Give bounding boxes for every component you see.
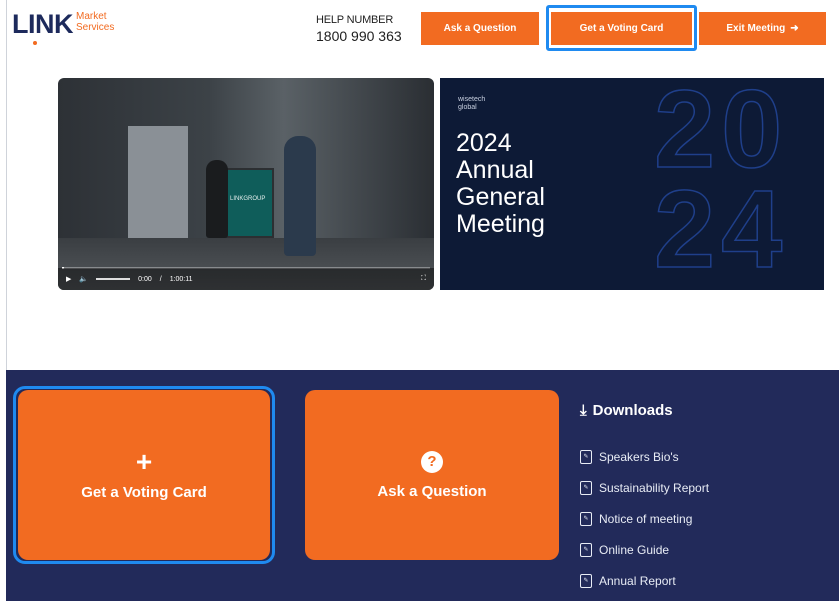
header-ask-question-button[interactable]: Ask a Question	[421, 12, 539, 45]
pdf-icon: ✎	[580, 542, 592, 557]
pdf-icon: ✎	[580, 511, 592, 526]
download-link-notice-of-meeting[interactable]: ✎ Notice of meeting	[580, 503, 709, 534]
banner-brand-line1: wisetech	[458, 96, 486, 103]
link-logo[interactable]: LINK Market Services	[12, 9, 114, 45]
banner-title-line2: Annual	[456, 156, 534, 184]
download-link-sustainability-report[interactable]: ✎ Sustainability Report	[580, 472, 709, 503]
highlight-box-tile	[13, 386, 275, 564]
downloads-title: Downloads	[592, 402, 673, 419]
download-label: Notice of meeting	[599, 511, 693, 526]
banner-title: 2024 Annual General Meeting	[456, 130, 545, 238]
help-number: 1800 990 363	[316, 28, 402, 44]
logo-subtitle-line1: Market	[76, 11, 107, 22]
ask-question-tile-label: Ask a Question	[377, 482, 487, 500]
download-label: Annual Report	[599, 573, 676, 588]
header-ask-question-label: Ask a Question	[443, 23, 517, 34]
video-time-current: 0:00	[138, 275, 152, 283]
video-time-total: 1:00:11	[169, 275, 193, 283]
video-person-right	[284, 136, 316, 256]
banner-title-year: 2024	[456, 129, 512, 157]
video-screen-text: LINKGROUP	[230, 196, 266, 202]
logo-subtitle: Market Services	[76, 11, 114, 33]
pdf-icon: ✎	[580, 449, 592, 464]
volume-icon[interactable]: 🔈	[79, 275, 88, 283]
logo-dot-icon	[33, 41, 37, 45]
downloads-section: ⤓ Downloads ✎ Speakers Bio's ✎ Sustainab…	[580, 402, 709, 596]
download-label: Online Guide	[599, 542, 670, 557]
agm-banner: 20 24 wisetech global 2024 Annual Genera…	[440, 78, 824, 290]
video-player[interactable]: LINKGROUP ▶ 🔈 0:00 / 1:00:11 ⛶	[58, 78, 434, 290]
downloads-heading: ⤓ Downloads	[580, 402, 709, 419]
video-person-left	[206, 160, 228, 238]
download-link-speakers-bios[interactable]: ✎ Speakers Bio's	[580, 441, 709, 472]
download-label: Sustainability Report	[599, 480, 710, 495]
download-link-annual-report[interactable]: ✎ Annual Report	[580, 565, 709, 596]
video-frame: LINKGROUP	[58, 78, 434, 290]
volume-slider[interactable]	[96, 278, 131, 280]
help-label: HELP NUMBER	[316, 14, 394, 26]
ask-question-tile[interactable]: ? Ask a Question	[305, 390, 559, 560]
banner-digits-bottom: 24	[653, 168, 789, 290]
question-icon: ?	[421, 450, 443, 473]
play-icon[interactable]: ▶	[66, 275, 71, 283]
download-link-online-guide[interactable]: ✎ Online Guide	[580, 534, 709, 565]
exit-icon: ➜	[790, 23, 799, 34]
help-number-block: HELP NUMBER 1800 990 363	[316, 14, 402, 45]
banner-big-digits: 20 24	[653, 78, 788, 285]
video-controls: ▶ 🔈 0:00 / 1:00:11 ⛶	[58, 268, 434, 290]
logo-wordmark: LINK	[12, 9, 74, 39]
download-icon: ⤓	[580, 402, 587, 419]
pdf-icon: ✎	[580, 480, 592, 495]
highlight-box-header	[546, 5, 697, 51]
video-time-separator: /	[159, 275, 162, 283]
wisetech-logo: wisetech global	[458, 96, 485, 112]
logo-subtitle-line2: Services	[76, 22, 115, 33]
exit-meeting-label: Exit Meeting	[726, 23, 786, 34]
download-label: Speakers Bio's	[599, 449, 679, 464]
banner-title-line4: Meeting	[456, 210, 545, 238]
exit-meeting-button[interactable]: Exit Meeting ➜	[699, 12, 826, 45]
banner-brand-line2: global	[458, 104, 477, 111]
fullscreen-icon[interactable]: ⛶	[421, 275, 426, 283]
banner-title-line3: General	[456, 183, 545, 211]
pdf-icon: ✎	[580, 573, 592, 588]
